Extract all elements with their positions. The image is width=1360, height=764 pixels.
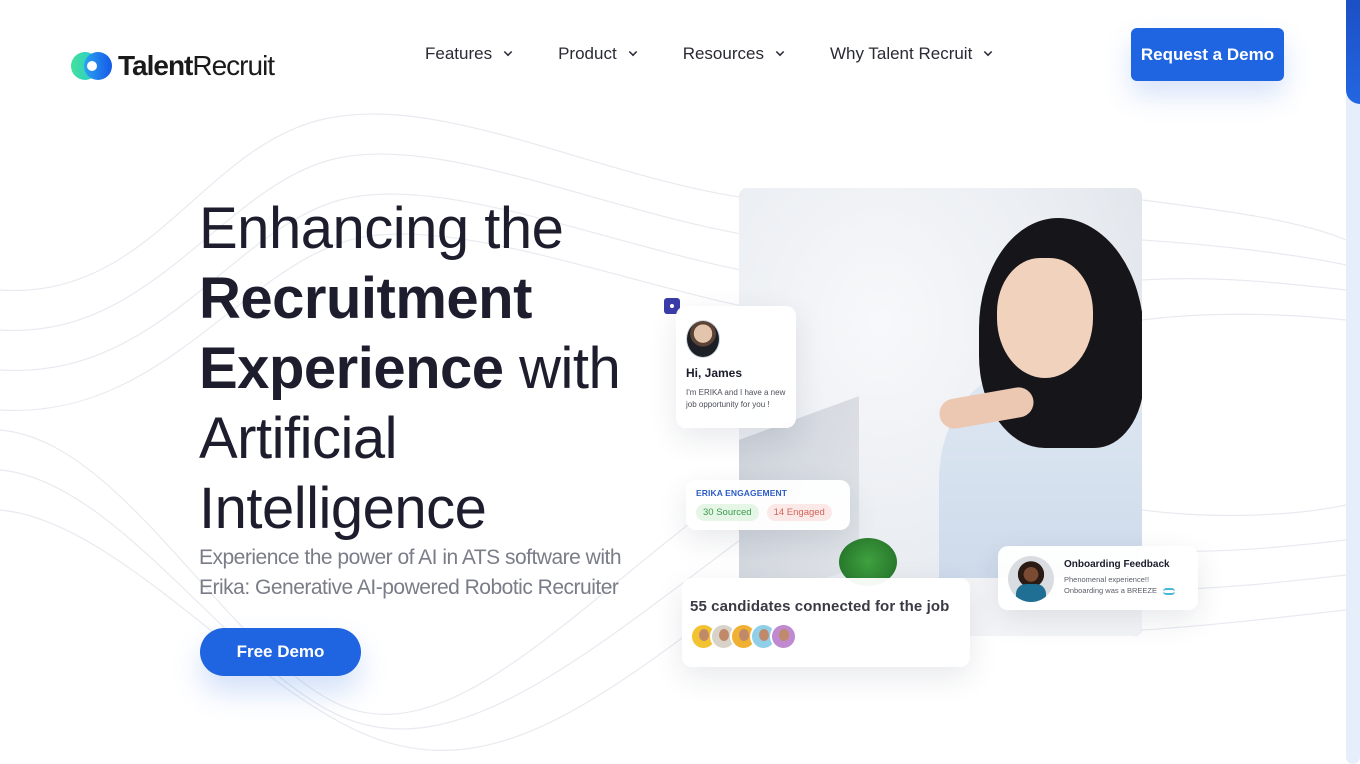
chevron-down-icon xyxy=(503,47,513,57)
hero-title-line: with xyxy=(503,336,621,401)
free-demo-button[interactable]: Free Demo xyxy=(200,628,361,676)
logo-mark-icon xyxy=(71,52,112,80)
candidate-avatars xyxy=(690,623,962,650)
avatar xyxy=(1008,556,1054,602)
nav-item-label: Product xyxy=(558,44,617,63)
hero-title-line: Recruitment xyxy=(199,266,532,331)
nav-item-resources[interactable]: Resources xyxy=(682,43,785,65)
chevron-down-icon xyxy=(628,47,637,57)
breeze-icon xyxy=(1162,587,1175,595)
logo-text: TalentRecruit xyxy=(118,50,275,82)
sourced-badge: 30 Sourced xyxy=(696,504,759,521)
nav-item-product[interactable]: Product xyxy=(558,43,637,65)
nav-item-label: Features xyxy=(425,44,493,63)
candidates-count-text: 55 candidates connected for the job xyxy=(690,598,950,615)
hero-title-line: Enhancing the xyxy=(199,196,564,261)
avatar xyxy=(686,320,720,358)
engaged-badge: 14 Engaged xyxy=(766,504,832,521)
candidates-card: 55 candidates connected for the job xyxy=(682,578,970,667)
nav-item-why-talent-recruit[interactable]: Why Talent Recruit xyxy=(829,43,993,65)
request-demo-button[interactable]: Request a Demo xyxy=(1131,28,1284,81)
avatar xyxy=(770,623,797,650)
feedback-line: Phenomenal experience!! xyxy=(1064,575,1150,584)
logo[interactable]: TalentRecruit xyxy=(70,50,275,82)
logo-text-bold: Talent xyxy=(118,50,193,81)
feedback-line: Onboarding was a BREEZE xyxy=(1064,586,1157,595)
image-person-face xyxy=(997,258,1093,378)
scrollbar-track[interactable] xyxy=(1346,0,1360,764)
hero-title: Enhancing the Recruitment Experience wit… xyxy=(199,194,659,544)
scrollbar-thumb[interactable] xyxy=(1346,0,1360,104)
hero-title-line: Intelligence xyxy=(199,476,487,541)
nav-item-features[interactable]: Features xyxy=(425,43,513,65)
engagement-card: ERIKA ENGAGEMENT 30 Sourced 14 Engaged xyxy=(686,480,850,530)
chevron-down-icon xyxy=(984,47,993,57)
main-nav: Features Product Resources Why Talent Re… xyxy=(425,43,1038,65)
nav-item-label: Why Talent Recruit xyxy=(829,44,973,63)
hero-title-line: Artificial xyxy=(199,406,398,471)
greeting-text: Hi, James xyxy=(686,366,743,380)
logo-text-light: Recruit xyxy=(192,50,275,81)
hero-subtitle: Experience the power of AI in ATS softwa… xyxy=(199,546,622,599)
feedback-title: Onboarding Feedback xyxy=(1064,559,1170,570)
onboarding-feedback-card: Onboarding Feedback Phenomenal experienc… xyxy=(998,546,1198,610)
engagement-title: ERIKA ENGAGEMENT xyxy=(696,488,788,498)
chevron-down-icon xyxy=(775,47,785,57)
hero-title-line: Experience xyxy=(199,336,504,401)
greeting-card: Hi, James I'm ERIKA and I have a new job… xyxy=(676,306,796,428)
greeting-message: I'm ERIKA and I have a new job opportuni… xyxy=(686,388,786,409)
nav-item-label: Resources xyxy=(682,44,764,63)
